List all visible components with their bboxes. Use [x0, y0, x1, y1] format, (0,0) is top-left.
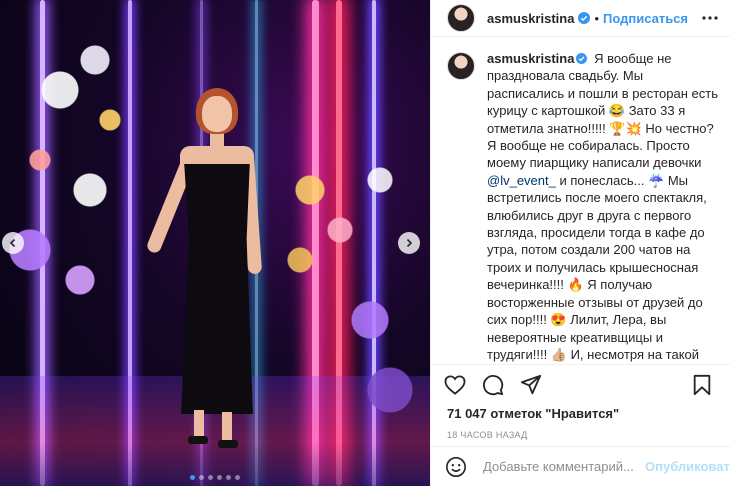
- likes-number[interactable]: 71 047: [447, 406, 487, 421]
- caption-body-continued: и понеслась... ☔ Мы встретились после мо…: [487, 172, 707, 362]
- next-photo-button[interactable]: [398, 232, 420, 254]
- avatar[interactable]: [447, 52, 475, 80]
- verified-badge-icon: [578, 12, 591, 24]
- more-dots-icon: [702, 16, 718, 20]
- post-timestamp[interactable]: 18 ЧАСОВ НАЗАД: [431, 424, 730, 446]
- more-options-button[interactable]: [700, 8, 720, 28]
- instagram-post: asmuskristina • Подписаться asmuskristin…: [0, 0, 730, 486]
- caption-body: Я вообще не праздновала свадьбу. Мы расп…: [487, 51, 718, 171]
- publish-button[interactable]: Опубликовать: [645, 459, 730, 474]
- comment-button[interactable]: [481, 373, 505, 397]
- save-button[interactable]: [690, 373, 714, 397]
- likes-count[interactable]: 71 047 отметок "Нравится": [431, 404, 730, 424]
- post-photo[interactable]: [0, 0, 430, 486]
- flower-arrangement-left: [0, 20, 150, 350]
- heart-icon: [444, 374, 466, 395]
- chevron-left-icon: [9, 238, 16, 248]
- smiley-icon: [446, 456, 466, 477]
- emoji-button[interactable]: [445, 456, 467, 478]
- avatar[interactable]: [447, 4, 475, 32]
- carousel-dot: [208, 475, 213, 480]
- action-bar: [431, 364, 730, 404]
- comment-bar: Опубликовать: [431, 446, 730, 486]
- share-plane-icon: [520, 374, 542, 394]
- black-dress: [181, 164, 253, 414]
- carousel-dot: [199, 475, 204, 480]
- likes-label: отметок: [486, 406, 546, 421]
- chevron-right-icon: [406, 238, 413, 248]
- like-button[interactable]: [443, 373, 467, 397]
- carousel-dot: [190, 475, 195, 480]
- share-button[interactable]: [519, 373, 543, 397]
- caption-text: asmuskristina Я вообще не праздновала св…: [487, 50, 720, 364]
- header-username[interactable]: asmuskristina: [487, 11, 574, 26]
- comment-bubble-icon: [483, 374, 504, 395]
- carousel-dot: [226, 475, 231, 480]
- carousel-dots: [0, 475, 430, 480]
- bookmark-icon: [693, 374, 711, 395]
- previous-photo-button[interactable]: [2, 232, 24, 254]
- post-side-panel: asmuskristina • Подписаться asmuskristin…: [430, 0, 730, 486]
- follow-button[interactable]: Подписаться: [603, 11, 688, 26]
- post-header: asmuskristina • Подписаться: [431, 0, 730, 37]
- carousel-dot: [217, 475, 222, 480]
- likes-label-word: "Нравится": [545, 406, 620, 421]
- caption-area: asmuskristina Я вообще не праздновала св…: [431, 37, 730, 364]
- caption-mention-link[interactable]: @lv_event_: [487, 173, 556, 188]
- flower-arrangement-bottom-right: [330, 280, 430, 460]
- header-separator: •: [594, 10, 599, 26]
- verified-badge-icon: [576, 53, 588, 64]
- caption-username[interactable]: asmuskristina: [487, 51, 574, 66]
- carousel-dot: [235, 475, 240, 480]
- woman-in-black-dress: [145, 80, 280, 460]
- comment-input[interactable]: [481, 458, 645, 475]
